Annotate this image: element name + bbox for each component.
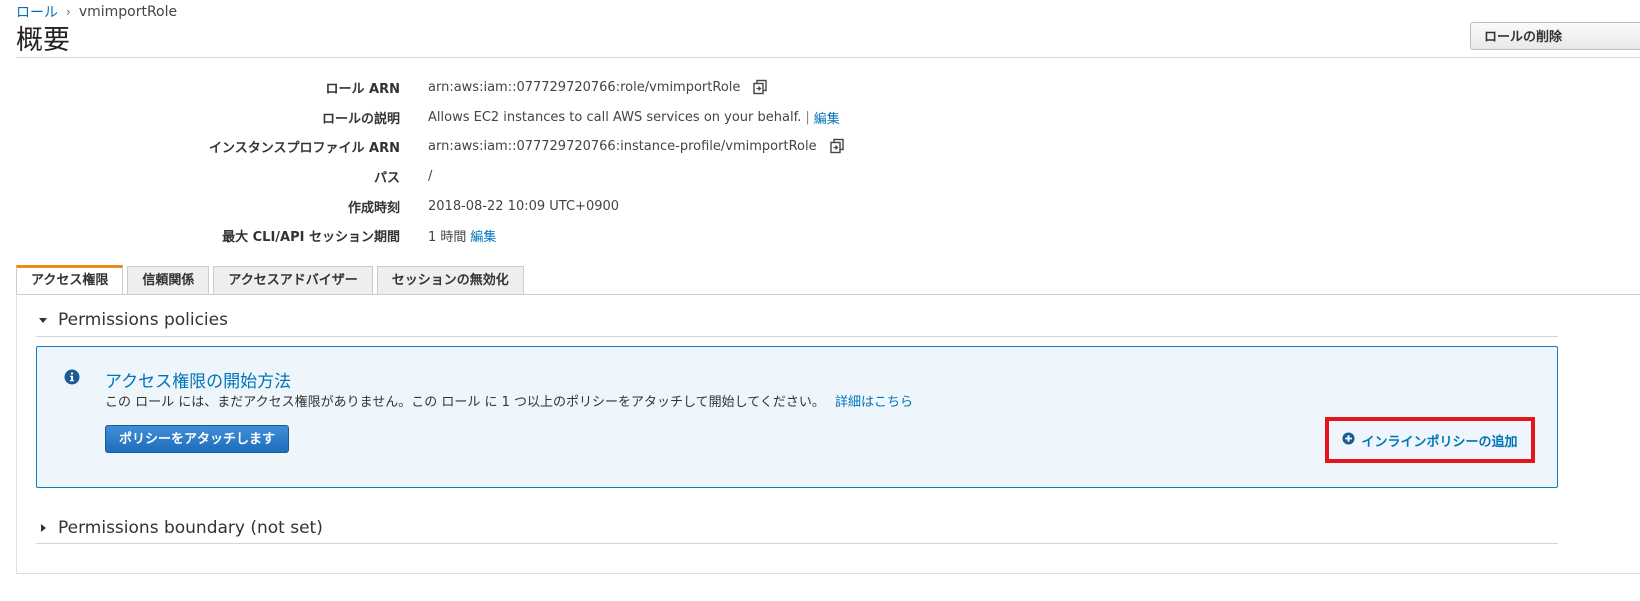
add-inline-policy-button[interactable]: インラインポリシーの追加 (1325, 417, 1535, 463)
permissions-policies-divider (36, 336, 1558, 337)
info-text-line: この ロール には、まだアクセス権限がありません。この ロール に 1 つ以上の… (105, 391, 913, 410)
permissions-boundary-toggle[interactable]: Permissions boundary (not set) (38, 518, 323, 538)
copy-icon[interactable] (829, 138, 845, 154)
path-label: パス (373, 170, 400, 186)
copy-icon[interactable] (752, 79, 768, 95)
caret-down-icon (38, 310, 48, 330)
info-title: アクセス権限の開始方法 (105, 372, 292, 392)
permissions-info-box: アクセス権限の開始方法 この ロール には、まだアクセス権限がありません。この … (36, 346, 1558, 488)
summary-row-instance-profile: インスタンスプロファイル ARN arn:aws:iam::0777297207… (0, 135, 845, 157)
permissions-boundary-header: Permissions boundary (not set) (58, 518, 323, 538)
title-divider (16, 57, 1640, 58)
info-circle-icon (64, 369, 80, 389)
path-value: / (428, 168, 433, 184)
permissions-boundary-divider (36, 543, 1558, 544)
tab-trust-relationships[interactable]: 信頼関係 (127, 266, 210, 294)
description-separator: | (805, 109, 810, 125)
role-arn-label: ロール ARN (325, 81, 400, 97)
instance-profile-value: arn:aws:iam::077729720766:instance-profi… (428, 138, 817, 154)
content-left-border (16, 294, 17, 574)
learn-more-link[interactable]: 詳細はこちら (835, 395, 913, 410)
max-session-label: 最大 CLI/API セッション期間 (222, 229, 400, 245)
description-label: ロールの説明 (321, 111, 400, 127)
summary-row-created: 作成時刻 2018-08-22 10:09 UTC+0900 (0, 195, 619, 217)
plus-circle-icon (1342, 431, 1356, 449)
tab-revoke-sessions[interactable]: セッションの無効化 (376, 266, 524, 294)
created-label: 作成時刻 (347, 200, 400, 216)
tab-access-advisor[interactable]: アクセスアドバイザー (213, 266, 373, 294)
content-bottom-border (16, 573, 1640, 574)
summary-row-path: パス / (0, 165, 432, 187)
summary-row-description: ロールの説明 Allows EC2 instances to call AWS … (0, 106, 840, 128)
tab-divider (16, 294, 1640, 295)
max-session-value: 1 時間 (428, 229, 467, 245)
role-arn-value: arn:aws:iam::077729720766:role/vmimportR… (428, 79, 741, 95)
tab-bar: アクセス権限 信頼関係 アクセスアドバイザー セッションの無効化 (16, 265, 528, 295)
page-title: 概要 (16, 25, 70, 56)
permissions-policies-toggle[interactable]: Permissions policies (38, 310, 228, 330)
description-value: Allows EC2 instances to call AWS service… (428, 109, 802, 125)
edit-max-session-link[interactable]: 編集 (470, 226, 496, 245)
delete-role-button[interactable]: ロールの削除 (1470, 22, 1640, 50)
summary-row-role-arn: ロール ARN arn:aws:iam::077729720766:role/v… (0, 76, 768, 98)
created-value: 2018-08-22 10:09 UTC+0900 (428, 198, 620, 214)
info-text: この ロール には、まだアクセス権限がありません。この ロール に 1 つ以上の… (105, 395, 825, 410)
summary-row-max-session: 最大 CLI/API セッション期間 1 時間 編集 (0, 224, 496, 246)
caret-right-icon (38, 518, 48, 538)
tab-permissions[interactable]: アクセス権限 (16, 265, 124, 295)
add-inline-policy-label: インラインポリシーの追加 (1361, 434, 1518, 450)
permissions-policies-header: Permissions policies (58, 310, 228, 330)
instance-profile-label: インスタンスプロファイル ARN (209, 140, 400, 156)
edit-description-link[interactable]: 編集 (814, 108, 840, 127)
attach-policies-button[interactable]: ポリシーをアタッチします (105, 425, 290, 453)
chevron-right-icon: › (66, 5, 71, 19)
breadcrumb-current: vmimportRole (78, 4, 178, 20)
